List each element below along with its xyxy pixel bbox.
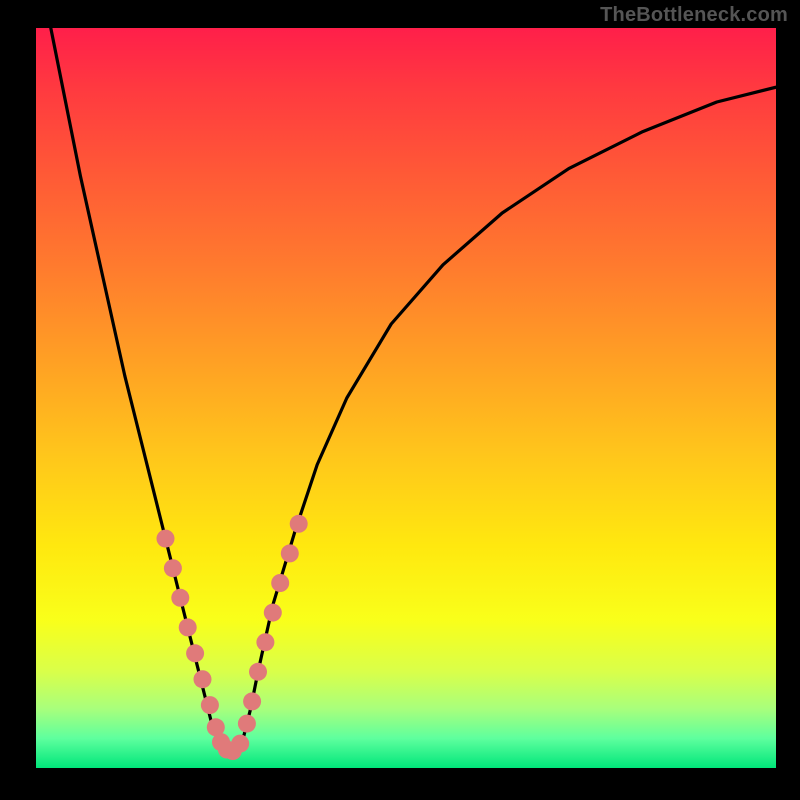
marker-point: [171, 589, 189, 607]
marker-point: [157, 530, 175, 548]
marker-point: [231, 735, 249, 753]
bottleneck-curve: [51, 28, 776, 753]
marker-point: [164, 559, 182, 577]
marker-point: [243, 692, 261, 710]
marker-point: [256, 633, 274, 651]
marker-point: [264, 604, 282, 622]
marker-point: [249, 663, 267, 681]
chart-plot-area: [36, 28, 776, 768]
marker-point: [238, 715, 256, 733]
marker-point: [194, 670, 212, 688]
marker-point: [186, 644, 204, 662]
highlight-markers: [157, 515, 308, 760]
marker-point: [271, 574, 289, 592]
marker-point: [281, 544, 299, 562]
watermark-text: TheBottleneck.com: [600, 4, 788, 27]
marker-point: [290, 515, 308, 533]
chart-svg-overlay: [36, 28, 776, 768]
marker-point: [201, 696, 219, 714]
marker-point: [179, 618, 197, 636]
